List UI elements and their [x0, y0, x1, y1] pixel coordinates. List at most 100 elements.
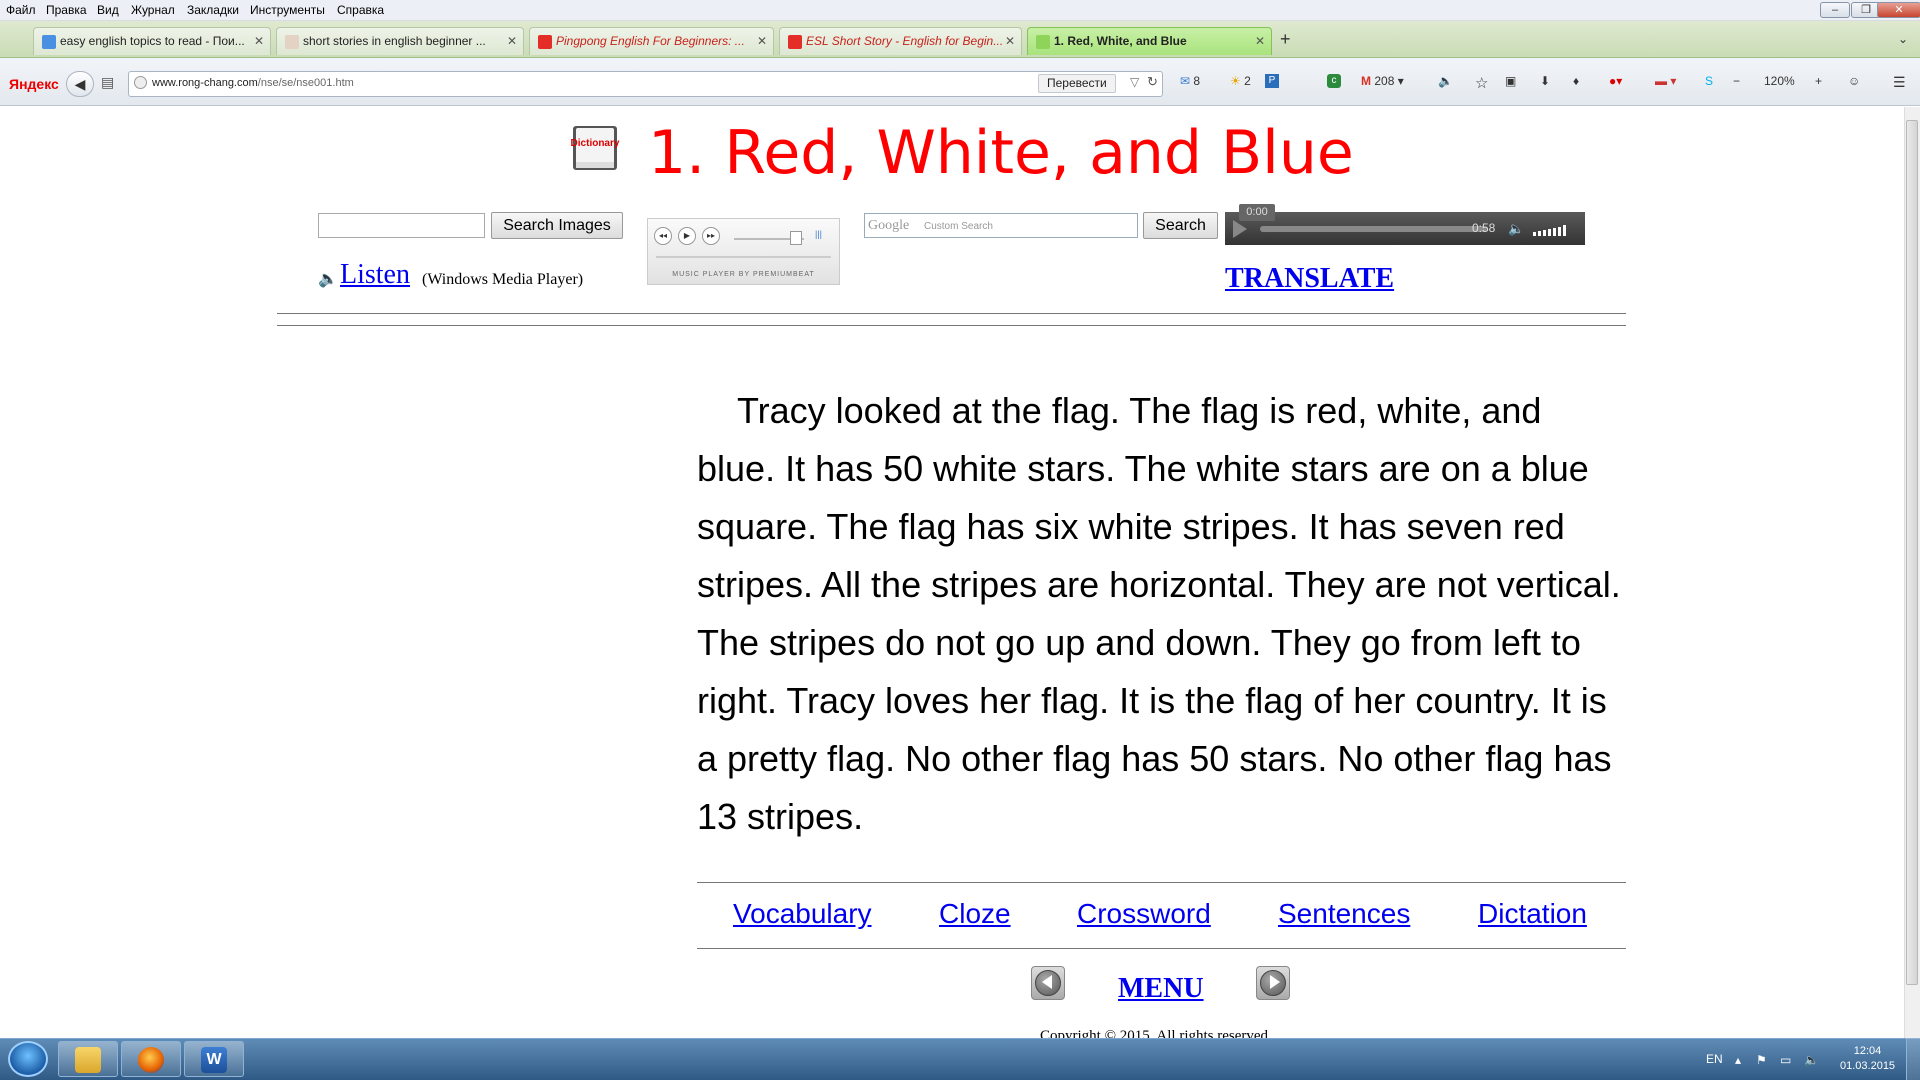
divider [697, 882, 1626, 883]
menu-link[interactable]: MENU [1118, 973, 1204, 1005]
language-indicator[interactable]: EN [1706, 1052, 1723, 1066]
url-text[interactable]: www.rong-chang.com/nse/se/nse001.htm [152, 77, 354, 89]
cloze-link[interactable]: Cloze [939, 898, 1011, 930]
forward-icon[interactable]: ▸▸ [702, 227, 720, 245]
close-tab-icon[interactable]: ✕ [1255, 28, 1265, 55]
tab-red-white-blue[interactable]: 1. Red, White, and Blue ✕ [1027, 27, 1272, 55]
taskbar-explorer[interactable] [58, 1041, 118, 1077]
vocabulary-link[interactable]: Vocabulary [733, 898, 872, 930]
menu-file[interactable]: Файл [6, 3, 36, 17]
image-search-input[interactable] [318, 213, 485, 238]
tab-list-icon[interactable]: ⌄ [1898, 32, 1908, 46]
translate-link[interactable]: TRANSLATE [1225, 263, 1394, 295]
close-tab-icon[interactable]: ✕ [507, 28, 517, 55]
scrollbar-thumb[interactable] [1906, 120, 1918, 985]
skype-icon[interactable]: S [1705, 74, 1713, 88]
youtube-favicon-icon [788, 35, 802, 49]
p-extension-icon[interactable]: P [1265, 74, 1279, 88]
audio-player[interactable]: 0:58 🔈 [1225, 212, 1585, 245]
progress-track[interactable] [656, 256, 831, 258]
menu-help[interactable]: Справка [337, 3, 384, 17]
tab-easy-english[interactable]: easy english topics to read - Пои... ✕ [33, 27, 271, 55]
close-tab-icon[interactable]: ✕ [757, 28, 767, 55]
audio-progress-track[interactable] [1260, 226, 1487, 232]
adblock-icon[interactable]: ●▾ [1609, 74, 1622, 88]
google-logo: Google [868, 218, 910, 233]
menu-tools[interactable]: Инструменты [250, 3, 325, 17]
flag-extension-icon[interactable]: ▬ ▾ [1655, 74, 1676, 88]
crossword-link[interactable]: Crossword [1077, 898, 1211, 930]
reload-icon[interactable]: ↻ [1147, 74, 1158, 90]
taskbar [0, 1038, 1920, 1080]
bookmarks-icon[interactable]: ▤ [101, 74, 114, 91]
equalizer-icon: ||| [815, 229, 823, 239]
search-images-button[interactable]: Search Images [491, 212, 623, 239]
listen-note: (Windows Media Player) [422, 271, 584, 288]
menu-edit[interactable]: Правка [46, 3, 87, 17]
tab-short-stories[interactable]: short stories in english beginner ... ✕ [276, 27, 524, 55]
audio-play-icon[interactable] [1233, 220, 1247, 238]
tab-esl-short-story[interactable]: ESL Short Story - English for Begin... ✕ [779, 27, 1022, 55]
globe-icon [134, 76, 147, 89]
weather-button[interactable]: ☀ 2 [1230, 74, 1251, 88]
mail-button[interactable]: ✉ 8 [1180, 74, 1200, 88]
google-favicon-icon [42, 35, 56, 49]
play-icon[interactable]: ▶ [678, 227, 696, 245]
new-tab-button[interactable]: + [1280, 29, 1291, 50]
mail-icon: ✉ [1180, 74, 1191, 88]
story-text: Tracy looked at the flag. The flag is re… [697, 390, 1621, 837]
dictionary-icon[interactable]: Dictionary [567, 122, 623, 174]
music-player[interactable]: ◂◂ ▶ ▸▸ ||| MUSIC PLAYER BY PREMIUMBEAT [647, 218, 840, 285]
show-desktop-button[interactable] [1906, 1038, 1920, 1080]
yandex-logo[interactable]: Яндекс [9, 76, 59, 92]
volume-knob[interactable] [790, 231, 802, 245]
network-icon[interactable]: ▭ [1780, 1053, 1791, 1067]
close-tab-icon[interactable]: ✕ [1005, 28, 1015, 55]
sentences-link[interactable]: Sentences [1278, 898, 1410, 930]
tab-label: ESL Short Story - English for Begin... [806, 34, 1004, 48]
taskbar-firefox[interactable] [121, 1041, 181, 1077]
rewind-icon[interactable]: ◂◂ [654, 227, 672, 245]
bookmark-star-icon[interactable]: ☆ [1475, 74, 1488, 92]
back-button[interactable]: ◀ [66, 71, 94, 97]
zoom-out-icon[interactable]: − [1733, 74, 1740, 88]
gmail-icon: M [1361, 74, 1371, 88]
translate-page-button[interactable]: Перевести [1038, 74, 1116, 93]
dictation-link[interactable]: Dictation [1478, 898, 1587, 930]
next-story-button[interactable] [1256, 966, 1290, 1000]
close-window-button[interactable]: ✕ [1877, 2, 1920, 18]
music-player-credit: MUSIC PLAYER BY PREMIUMBEAT [672, 271, 815, 278]
previous-story-button[interactable] [1031, 966, 1065, 1000]
extension-icon[interactable]: c [1327, 74, 1341, 88]
audio-volume-icon[interactable]: 🔈 [1508, 221, 1524, 237]
start-button[interactable] [8, 1041, 48, 1077]
menu-bookmarks[interactable]: Закладки [187, 3, 239, 17]
menu-history[interactable]: Журнал [131, 3, 175, 17]
clipboard-icon[interactable]: ▣ [1505, 74, 1516, 88]
clock[interactable]: 12:04 01.03.2015 [1840, 1044, 1895, 1074]
gmail-button[interactable]: M 208 ▾ [1361, 74, 1404, 88]
download-icon[interactable]: ⬇ [1540, 74, 1550, 88]
zoom-level[interactable]: 120% [1764, 74, 1795, 88]
addon-icon[interactable]: ♦ [1573, 74, 1579, 88]
google-search-button[interactable]: Search [1143, 212, 1218, 239]
dropdown-icon[interactable]: ▽ [1130, 75, 1139, 89]
menu-view[interactable]: Вид [97, 3, 119, 17]
action-center-flag-icon[interactable]: ⚑ [1756, 1053, 1767, 1067]
tab-label: Pingpong English For Beginners: ... [556, 34, 745, 48]
show-hidden-icons-icon[interactable]: ▴ [1735, 1053, 1741, 1067]
tab-pingpong[interactable]: Pingpong English For Beginners: ... ✕ [529, 27, 774, 55]
folder-icon [75, 1047, 101, 1073]
hamburger-menu-icon[interactable]: ☰ [1893, 74, 1906, 91]
speaker-icon[interactable]: 🔈 [1438, 74, 1453, 88]
close-tab-icon[interactable]: ✕ [254, 28, 264, 55]
chat-icon[interactable]: ☺ [1848, 74, 1860, 88]
divider [697, 948, 1626, 949]
tab-label: short stories in english beginner ... [303, 34, 486, 48]
minimize-button[interactable]: – [1820, 2, 1850, 18]
listen-link[interactable]: Listen [340, 259, 410, 291]
zoom-in-icon[interactable]: + [1815, 74, 1822, 88]
volume-icon[interactable]: 🔈 [1804, 1053, 1819, 1067]
taskbar-word[interactable]: W [184, 1041, 244, 1077]
audio-volume-bars[interactable] [1533, 223, 1573, 236]
